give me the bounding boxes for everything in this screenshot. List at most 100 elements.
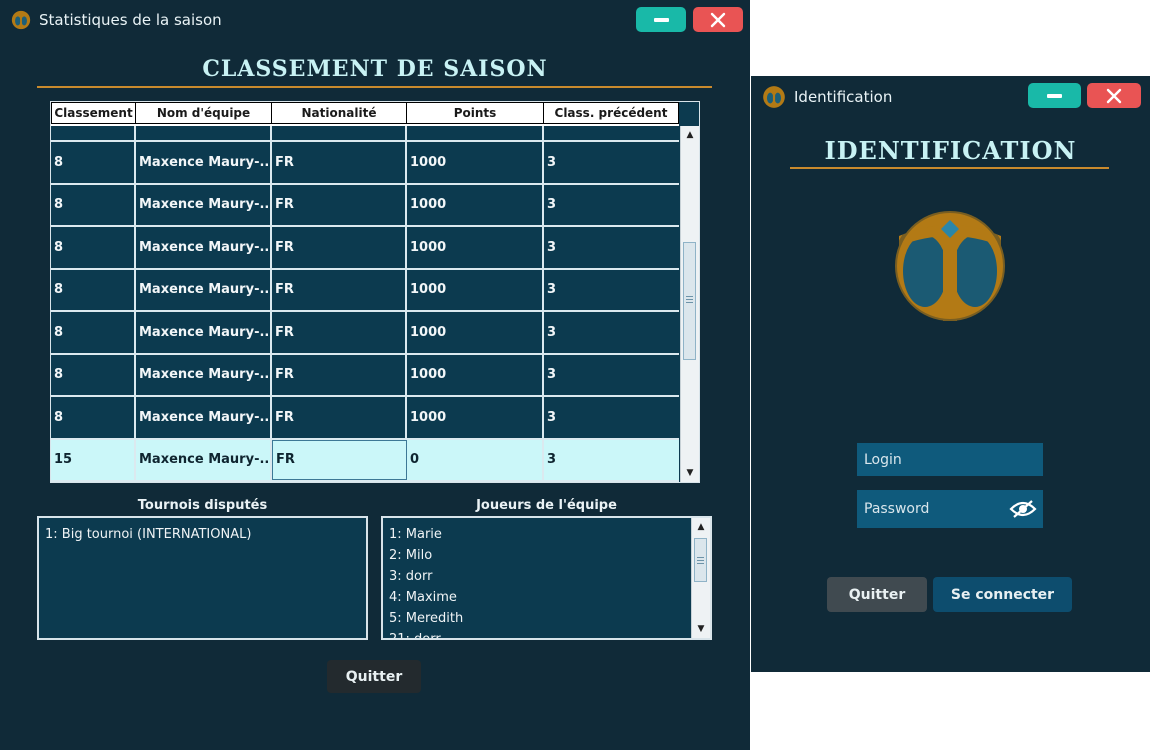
password-placeholder: Password — [864, 501, 930, 517]
table-cell: 8 — [51, 269, 136, 310]
table-cell: 8 — [51, 312, 136, 353]
scroll-down-icon[interactable]: ▼ — [692, 620, 710, 638]
list-item[interactable]: 5: Meredith — [383, 608, 710, 629]
stats-window: Statistiques de la saison CLASSEMENT DE … — [0, 0, 750, 750]
close-icon — [1106, 88, 1122, 103]
table-cell: FR — [272, 439, 407, 480]
table-header: Classement Nom d'équipe Nationalité Poin… — [51, 102, 679, 126]
column-header-team-name[interactable]: Nom d'équipe — [136, 102, 272, 124]
column-header-nationality[interactable]: Nationalité — [272, 102, 407, 124]
page-title: CLASSEMENT DE SAISON — [202, 56, 548, 82]
table-cell: Maxence Maury-... — [136, 312, 272, 353]
table-cell: FR — [272, 227, 407, 268]
table-row[interactable]: 8 Maxence Maury-... FR 1000 3 — [51, 227, 679, 270]
list-item[interactable]: 21: dorr — [383, 629, 710, 638]
table-cell: 3 — [547, 282, 557, 298]
scroll-up-icon[interactable]: ▲ — [692, 518, 710, 536]
table-cell — [51, 126, 136, 140]
table-cell: Maxence Maury-... — [136, 142, 272, 183]
tournaments-label: Tournois disputés — [137, 498, 268, 513]
table-cell — [136, 126, 272, 140]
eye-slash-icon[interactable] — [1009, 499, 1037, 519]
list-item[interactable]: 4: Maxime — [383, 587, 710, 608]
stats-titlebar[interactable]: Statistiques de la saison — [0, 0, 750, 40]
scroll-thumb[interactable] — [694, 538, 707, 582]
table-cell — [407, 126, 544, 140]
table-cell: 8 — [51, 354, 136, 395]
table-cell: 1000 — [407, 142, 544, 183]
table-cell: 3 — [547, 367, 557, 383]
ranking-table[interactable]: Classement Nom d'équipe Nationalité Poin… — [50, 101, 700, 483]
table-cell: Maxence Maury-... — [136, 439, 272, 480]
table-row[interactable]: 8 Maxence Maury-... FR 1000 3 — [51, 397, 679, 440]
table-cell: 3 — [547, 197, 557, 213]
minimize-button[interactable] — [636, 7, 686, 32]
table-row[interactable]: 8 Maxence Maury-... FR 1000 3 — [51, 142, 679, 185]
list-item[interactable]: 1: Marie — [383, 524, 710, 545]
table-cell: FR — [272, 312, 407, 353]
table-cell: 8 — [51, 227, 136, 268]
players-scrollbar[interactable]: ▲ ▼ — [691, 518, 710, 638]
table-cell: 0 — [407, 439, 544, 480]
connect-button[interactable]: Se connecter — [933, 577, 1072, 612]
login-title-underline — [790, 167, 1109, 169]
login-titlebar[interactable]: Identification — [751, 76, 1150, 118]
players-label: Joueurs de l'équipe — [476, 498, 617, 513]
table-cell: 3 — [547, 324, 557, 340]
scroll-down-icon[interactable]: ▼ — [681, 464, 699, 482]
title-underline — [37, 86, 712, 88]
table-row[interactable]: 15 Maxence Maury-... FR 0 3 — [51, 439, 679, 482]
table-cell: 3 — [547, 409, 557, 425]
minimize-icon — [1047, 93, 1062, 98]
table-cell: 1000 — [407, 227, 544, 268]
table-cell: Maxence Maury-... — [136, 184, 272, 225]
table-cell — [544, 126, 679, 140]
table-cell: FR — [272, 142, 407, 183]
table-row[interactable]: 8 Maxence Maury-... FR 1000 3 — [51, 354, 679, 397]
column-header-points[interactable]: Points — [407, 102, 544, 124]
table-cell: FR — [272, 269, 407, 310]
minimize-icon — [653, 17, 669, 22]
table-cell: 3 — [547, 154, 557, 170]
close-button[interactable] — [693, 7, 743, 32]
table-cell: Maxence Maury-... — [136, 397, 272, 438]
team-emblem-icon — [11, 10, 31, 30]
player-items: 1: Marie 2: Milo 3: dorr 4: Maxime 5: Meredi… — [383, 524, 710, 638]
login-field[interactable]: Login — [857, 443, 1043, 476]
scroll-thumb[interactable] — [683, 242, 696, 360]
table-cell: FR — [272, 354, 407, 395]
table-body: 8 Maxence Maury-... FR 1000 3 8 Maxence Maury-… — [51, 126, 679, 482]
table-cell: 1000 — [407, 184, 544, 225]
column-header-rank[interactable]: Classement — [51, 102, 136, 124]
table-cell: 1000 — [407, 312, 544, 353]
team-emblem-icon — [763, 86, 785, 108]
quit-button[interactable]: Quitter — [327, 660, 421, 693]
close-button[interactable] — [1087, 83, 1141, 108]
minimize-button[interactable] — [1028, 83, 1081, 108]
list-item[interactable]: 3: dorr — [383, 566, 710, 587]
table-cell: FR — [272, 397, 407, 438]
players-list[interactable]: 1: Marie 2: Milo 3: dorr 4: Maxime 5: Meredi… — [381, 516, 712, 640]
quit-button[interactable]: Quitter — [827, 577, 927, 612]
table-cell: Maxence Maury-... — [136, 354, 272, 395]
table-row[interactable]: 8 Maxence Maury-... FR 1000 3 — [51, 269, 679, 312]
tournament-items: 1: Big tournoi (INTERNATIONAL) — [39, 524, 366, 545]
column-header-previous-rank[interactable]: Class. précédent — [544, 102, 679, 124]
table-cell: 3 — [547, 452, 557, 468]
table-cell: Maxence Maury-... — [136, 269, 272, 310]
table-scrollbar[interactable]: ▲ ▼ — [680, 126, 699, 482]
list-item[interactable]: 2: Milo — [383, 545, 710, 566]
table-cell: 15 — [51, 439, 136, 480]
login-window-title: Identification — [794, 88, 893, 106]
table-cell: 3 — [547, 239, 557, 255]
table-cell: Maxence Maury-... — [136, 227, 272, 268]
login-window: Identification IDENTIFICATION Login Pass… — [751, 76, 1150, 672]
password-field[interactable]: Password — [857, 490, 1043, 528]
scroll-up-icon[interactable]: ▲ — [681, 126, 699, 144]
table-row[interactable]: 8 Maxence Maury-... FR 1000 3 — [51, 312, 679, 355]
tournaments-list[interactable]: 1: Big tournoi (INTERNATIONAL) — [37, 516, 368, 640]
table-cell: 1000 — [407, 269, 544, 310]
table-row[interactable]: 8 Maxence Maury-... FR 1000 3 — [51, 184, 679, 227]
table-cell: 8 — [51, 184, 136, 225]
list-item[interactable]: 1: Big tournoi (INTERNATIONAL) — [39, 524, 366, 545]
